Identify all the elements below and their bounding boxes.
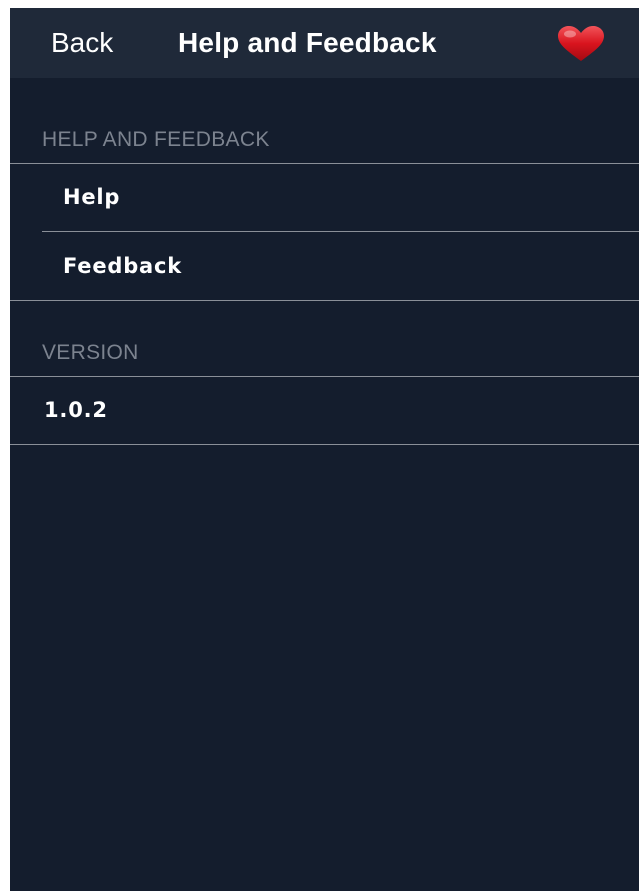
heart-icon[interactable] xyxy=(556,25,606,63)
version-value: 1.0.2 xyxy=(44,398,108,422)
section-divider xyxy=(10,163,639,164)
section-divider xyxy=(10,300,639,301)
version-section-header: VERSION xyxy=(42,341,139,364)
back-button[interactable]: Back xyxy=(51,8,113,78)
navigation-bar: Back Help and Feedback xyxy=(10,8,639,78)
section-divider xyxy=(10,376,639,377)
page-title: Help and Feedback xyxy=(178,27,437,58)
feedback-row[interactable]: Feedback xyxy=(63,254,182,278)
help-feedback-section-header: HELP AND FEEDBACK xyxy=(42,128,270,151)
help-row[interactable]: Help xyxy=(63,185,120,209)
section-divider xyxy=(10,444,639,445)
row-divider xyxy=(42,231,639,232)
settings-screen: Back Help and Feedback HELP AND FEEDBACK… xyxy=(10,8,639,891)
